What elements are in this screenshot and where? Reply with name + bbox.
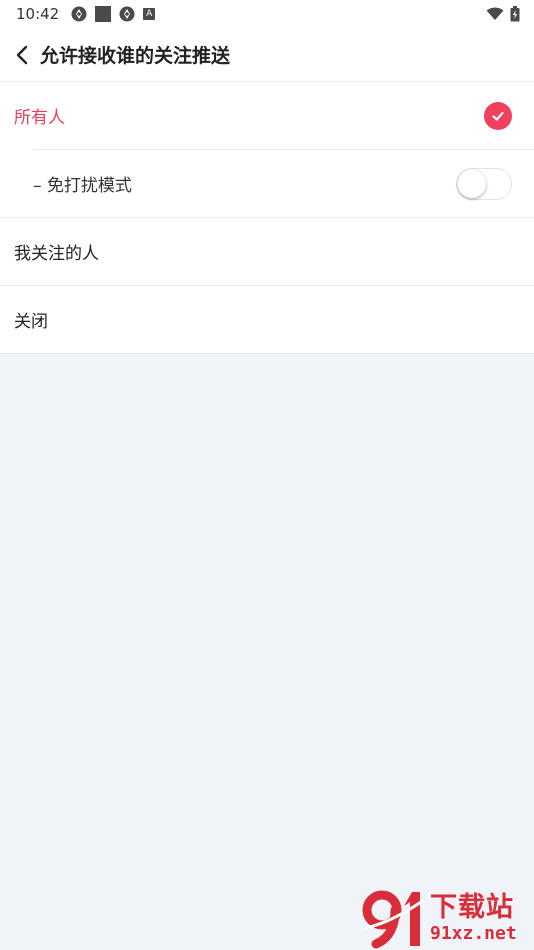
header: 允许接收谁的关注推送 [0, 28, 534, 82]
status-time: 10:42 [16, 5, 60, 23]
watermark-url: 91xz.net [430, 923, 517, 944]
page-title: 允许接收谁的关注推送 [40, 45, 231, 67]
divider [0, 353, 534, 354]
do-not-disturb-toggle[interactable] [456, 167, 512, 200]
option-label: 关闭 [14, 312, 48, 332]
option-people-i-follow[interactable]: 我关注的人 [0, 218, 534, 285]
aperture-icon [71, 6, 87, 22]
watermark-logo-icon [362, 890, 425, 949]
status-icons-right [486, 6, 520, 22]
square-icon [95, 6, 112, 22]
status-bar: 10:42 A [0, 0, 534, 28]
option-off[interactable]: 关闭 [0, 286, 534, 353]
option-do-not-disturb: – 免打扰模式 [0, 150, 534, 217]
wifi-icon [486, 7, 504, 20]
watermark: 下载站 91xz.net [362, 888, 534, 950]
option-label: – 免打扰模式 [33, 176, 132, 196]
status-icons-left: A [71, 6, 156, 22]
back-button[interactable] [0, 28, 44, 82]
option-list: 所有人 – 免打扰模式 我关注的人 关闭 [0, 82, 534, 354]
option-label: 所有人 [14, 108, 65, 128]
aperture-icon [119, 6, 135, 22]
a-badge-icon: A [143, 8, 156, 20]
toggle-knob [458, 169, 486, 198]
check-icon [484, 101, 512, 130]
battery-charging-icon [510, 6, 520, 22]
watermark-text: 下载站 91xz.net [430, 893, 517, 945]
back-arrow-icon [16, 45, 28, 64]
option-label: 我关注的人 [14, 244, 99, 264]
option-everyone[interactable]: 所有人 [0, 82, 534, 149]
watermark-title: 下载站 [430, 892, 514, 923]
